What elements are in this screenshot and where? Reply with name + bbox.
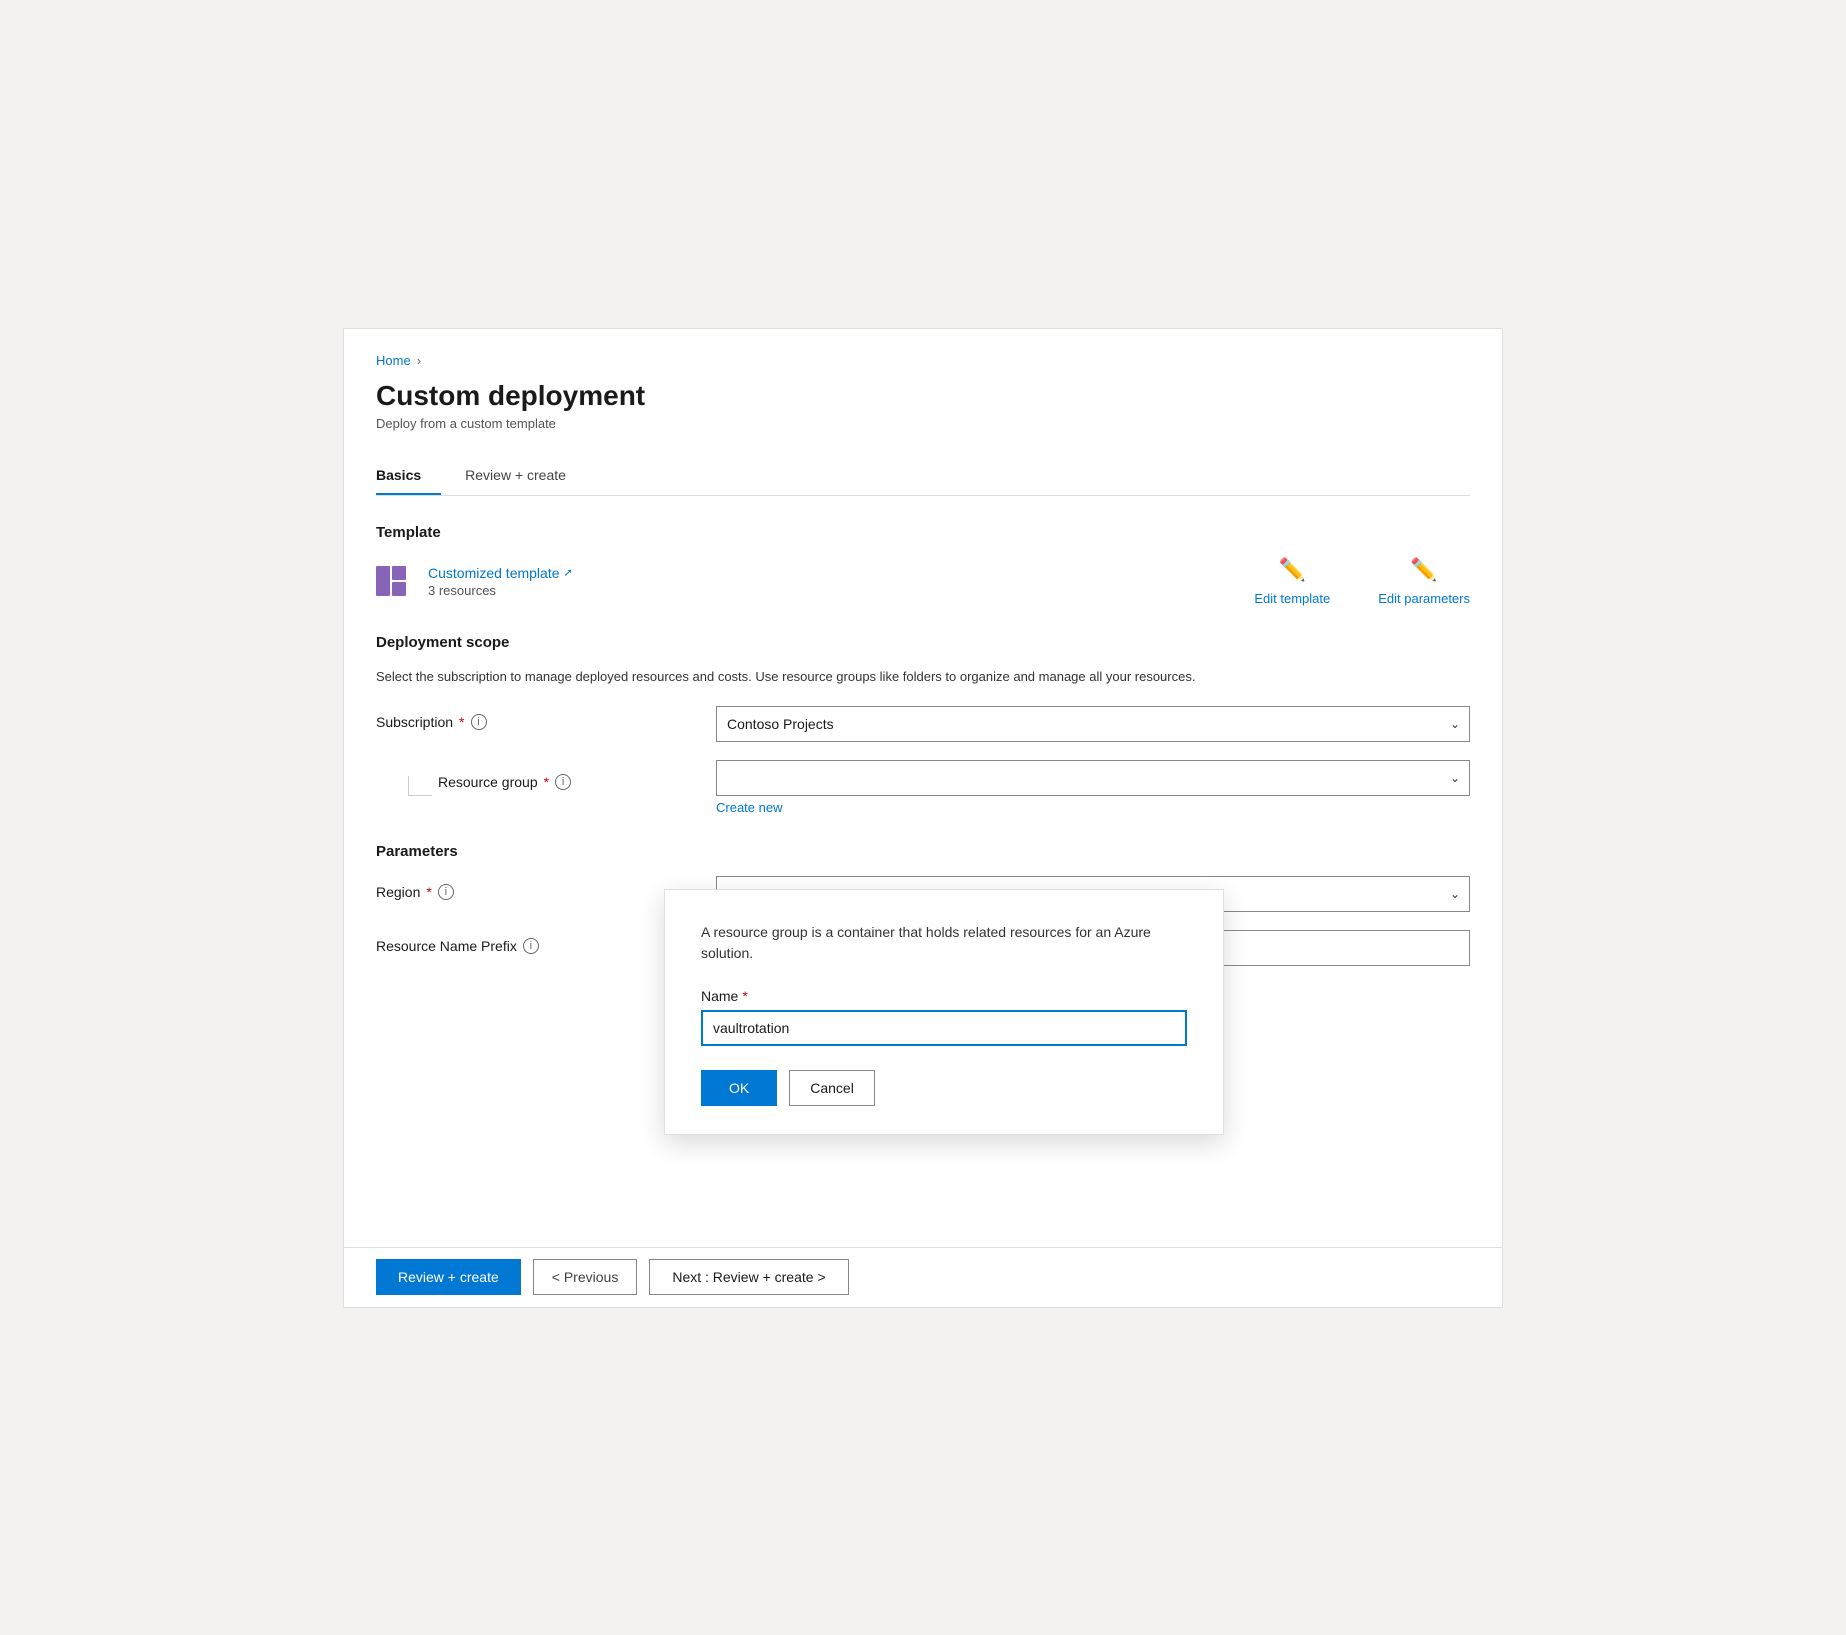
resource-group-required: * <box>544 774 549 790</box>
breadcrumb-separator: › <box>417 353 421 368</box>
subscription-control: Contoso Projects ⌄ <box>716 706 1470 742</box>
modal-cancel-button[interactable]: Cancel <box>789 1070 875 1106</box>
modal-ok-button[interactable]: OK <box>701 1070 777 1106</box>
external-link-icon: ➚ <box>564 566 573 579</box>
resource-name-prefix-info-icon[interactable]: i <box>523 938 539 954</box>
page-container: Home › Custom deployment Deploy from a c… <box>343 328 1503 1308</box>
modal-actions: OK Cancel <box>701 1070 1187 1106</box>
tab-basics[interactable]: Basics <box>376 459 441 495</box>
page-title: Custom deployment <box>376 380 1470 412</box>
modal-name-label: Name * <box>701 988 1187 1004</box>
subscription-select[interactable]: Contoso Projects <box>716 706 1470 742</box>
template-actions: ✏️ Edit template ✏️ Edit parameters <box>1254 557 1470 606</box>
breadcrumb-home[interactable]: Home <box>376 353 411 368</box>
subscription-required: * <box>459 714 464 730</box>
resource-group-row: Resource group * i ⌄ Create new <box>376 760 1470 815</box>
template-text: Customized template ➚ 3 resources <box>428 565 573 598</box>
subscription-label: Subscription <box>376 714 453 730</box>
edit-parameters-button[interactable]: ✏️ Edit parameters <box>1378 557 1470 606</box>
deployment-scope-desc: Select the subscription to manage deploy… <box>376 667 1470 687</box>
template-icon <box>376 562 414 600</box>
edit-template-button[interactable]: ✏️ Edit template <box>1254 557 1330 606</box>
template-info: Customized template ➚ 3 resources <box>376 562 573 600</box>
resource-group-info-icon[interactable]: i <box>555 774 571 790</box>
pencil-icon-parameters: ✏️ <box>1410 557 1437 583</box>
resource-name-prefix-label: Resource Name Prefix <box>376 938 517 954</box>
resource-group-label-col: Resource group * i <box>376 760 716 796</box>
template-section-label: Template <box>376 524 1470 541</box>
deployment-scope-section: Deployment scope Select the subscription… <box>376 634 1470 816</box>
region-required: * <box>426 884 431 900</box>
create-new-link[interactable]: Create new <box>716 800 1470 815</box>
template-name[interactable]: Customized template ➚ <box>428 565 573 581</box>
modal-name-required: * <box>742 988 747 1004</box>
resource-group-select-wrapper: ⌄ <box>716 760 1470 796</box>
review-create-button[interactable]: Review + create <box>376 1259 521 1295</box>
pencil-icon-template: ✏️ <box>1279 557 1306 583</box>
template-resources: 3 resources <box>428 583 573 598</box>
resource-group-label: Resource group <box>438 774 538 790</box>
region-label: Region <box>376 884 420 900</box>
parameters-section-label: Parameters <box>376 843 1470 860</box>
indent-line <box>408 776 432 796</box>
page-subtitle: Deploy from a custom template <box>376 416 1470 431</box>
resource-group-control: ⌄ Create new <box>716 760 1470 815</box>
bottom-bar: Review + create < Previous Next : Review… <box>344 1247 1502 1307</box>
next-button[interactable]: Next : Review + create > <box>649 1259 848 1295</box>
modal-description: A resource group is a container that hol… <box>701 922 1187 964</box>
resource-group-select[interactable] <box>716 760 1470 796</box>
create-resource-group-modal: A resource group is a container that hol… <box>664 889 1224 1135</box>
template-row: Customized template ➚ 3 resources ✏️ Edi… <box>376 557 1470 606</box>
previous-button[interactable]: < Previous <box>533 1259 638 1295</box>
tab-review-create[interactable]: Review + create <box>465 459 586 495</box>
subscription-select-wrapper: Contoso Projects ⌄ <box>716 706 1470 742</box>
tab-bar: Basics Review + create <box>376 459 1470 496</box>
subscription-info-icon[interactable]: i <box>471 714 487 730</box>
region-info-icon[interactable]: i <box>438 884 454 900</box>
deployment-scope-label: Deployment scope <box>376 634 1470 651</box>
subscription-label-col: Subscription * i <box>376 706 716 730</box>
breadcrumb: Home › <box>376 353 1470 368</box>
subscription-row: Subscription * i Contoso Projects ⌄ <box>376 706 1470 742</box>
modal-name-input[interactable] <box>701 1010 1187 1046</box>
